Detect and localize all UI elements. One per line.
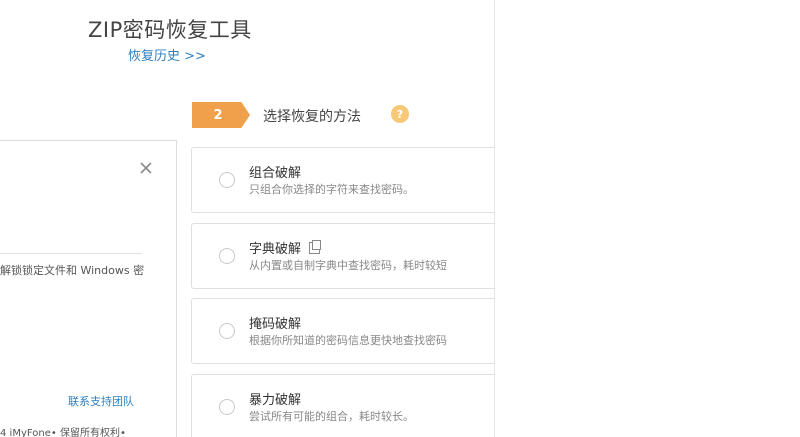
- method-name: 暴力破解: [249, 393, 302, 408]
- method-description: 根据你所知道的密码信息更快地查找密码: [249, 334, 447, 347]
- app-window: ZIP密码恢复工具 恢复历史 >> 解锁锁定文件和 Windows 密 联系支持…: [0, 0, 495, 437]
- recovery-history-link[interactable]: 恢复历史 >>: [128, 45, 206, 64]
- step-badge: 2: [192, 102, 250, 128]
- dialog-description: 解锁锁定文件和 Windows 密: [0, 264, 145, 277]
- method-name: 掩码破解: [249, 317, 302, 332]
- close-icon[interactable]: [139, 160, 153, 174]
- copy-icon[interactable]: [309, 240, 322, 254]
- step-title: 选择恢复的方法: [263, 109, 361, 125]
- method-name: 组合破解: [249, 166, 302, 181]
- method-option-combination[interactable]: 组合破解 只组合你选择的字符来查找密码。: [191, 147, 494, 213]
- method-option-dictionary[interactable]: 字典破解 从内置或自制字典中查找密码，耗时较短: [191, 223, 494, 289]
- method-description: 从内置或自制字典中查找密码，耗时较短: [249, 259, 447, 272]
- radio-button[interactable]: [219, 399, 235, 415]
- help-icon[interactable]: ?: [391, 105, 409, 123]
- method-option-mask[interactable]: 掩码破解 根据你所知道的密码信息更快地查找密码: [191, 298, 494, 364]
- dialog-divider: [0, 253, 142, 254]
- radio-button[interactable]: [219, 172, 235, 188]
- method-description: 尝试所有可能的组合，耗时较长。: [249, 410, 414, 423]
- copyright-text: 4 iMyFone• 保留所有权利•: [0, 428, 126, 437]
- method-name-wrap: 字典破解: [249, 238, 322, 257]
- method-name: 字典破解: [249, 242, 302, 257]
- step-number: 2: [213, 107, 223, 123]
- empty-background: [495, 0, 800, 437]
- radio-button[interactable]: [219, 323, 235, 339]
- page-title: ZIP密码恢复工具: [88, 18, 252, 42]
- contact-support-link[interactable]: 联系支持团队: [68, 393, 134, 409]
- method-description: 只组合你选择的字符来查找密码。: [249, 183, 414, 196]
- radio-button[interactable]: [219, 248, 235, 264]
- method-option-brute-force[interactable]: 暴力破解 尝试所有可能的组合，耗时较长。: [191, 374, 494, 437]
